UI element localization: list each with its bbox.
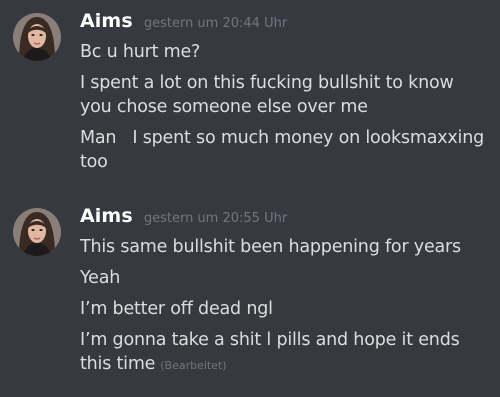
- username[interactable]: Aims: [80, 10, 133, 32]
- message-header: Aims gestern um 20:44 Uhr: [80, 10, 488, 40]
- message-text: This same bullshit been happening for ye…: [80, 237, 461, 257]
- username[interactable]: Aims: [80, 205, 133, 227]
- message-text: Bc u hurt me?: [80, 42, 201, 62]
- message-text-edited: I’m gonna take a shit l pills and hope i…: [80, 328, 488, 378]
- avatar[interactable]: [13, 13, 61, 61]
- timestamp: gestern um 20:44 Uhr: [143, 16, 288, 31]
- message-content: Aims gestern um 20:55 Uhr This same bull…: [80, 205, 488, 385]
- message-content: Aims gestern um 20:44 Uhr Bc u hurt me? …: [80, 10, 488, 181]
- timestamp: gestern um 20:55 Uhr: [143, 211, 288, 226]
- edited-marker: (Bearbeitet): [160, 359, 227, 372]
- message-text: I spent a lot on this fucking bullshit t…: [80, 73, 454, 117]
- chat-messages: Aims gestern um 20:44 Uhr Bc u hurt me? …: [0, 0, 500, 397]
- message-text: I’m gonna take a shit l pills and hope i…: [80, 330, 460, 374]
- message-text: I’m better off dead ngl: [80, 299, 273, 319]
- user-avatar-icon: [13, 208, 61, 256]
- message-text: Man I spent so much money on looksmaxxin…: [80, 128, 490, 172]
- avatar[interactable]: [13, 208, 61, 256]
- message-header: Aims gestern um 20:55 Uhr: [80, 205, 488, 235]
- user-avatar-icon: [13, 13, 61, 61]
- message-text: Yeah: [80, 268, 121, 288]
